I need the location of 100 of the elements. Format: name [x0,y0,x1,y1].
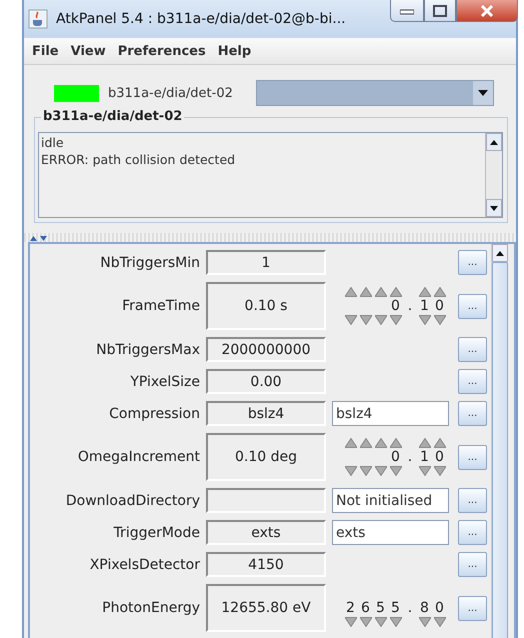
decrement-arrow-icon[interactable] [418,466,430,476]
menu-item[interactable]: View [70,44,106,58]
more-button[interactable]: ... [458,337,487,362]
decrement-arrow-icon[interactable] [360,466,372,476]
wheel-digit: 8 [420,599,429,617]
window-title: AtkPanel 5.4 : b311a-e/dia/det-02@b-bi... [56,11,346,27]
increment-arrow-icon[interactable] [344,287,356,297]
wheel-digit: 0 [391,448,400,466]
minimize-button[interactable] [390,0,424,22]
digit-wheel[interactable]: 2 6 5 5 . 8 0 [343,589,447,627]
increment-arrow-icon[interactable] [374,287,386,297]
increment-arrow-icon[interactable] [390,438,402,448]
attribute-label: XPixelsDetector [88,556,201,572]
attribute-label: YPixelSize [129,374,201,390]
scrollbar[interactable] [485,133,502,217]
input-field[interactable]: Not initialised [332,488,449,513]
increment-arrow-icon[interactable] [360,287,372,297]
increment-arrow-icon[interactable] [434,287,446,297]
decrement-arrow-icon[interactable] [418,315,430,325]
decrement-arrow-icon[interactable] [434,315,446,325]
wheel-digit: 6 [361,599,370,617]
more-button[interactable]: ... [458,552,487,577]
decrement-arrow-icon[interactable] [344,466,356,476]
input-field[interactable]: exts [332,520,449,545]
wheel-digit: 0 [435,448,444,466]
menu-item[interactable]: Preferences [118,44,206,58]
digit-wheel[interactable]: 0 . 1 0 [343,438,447,476]
increment-arrow-icon[interactable] [434,438,446,448]
wheel-digit: 5 [376,599,385,617]
menu-item[interactable]: Help [218,44,252,58]
attribute-label: NbTriggersMin [99,254,201,270]
attribute-label: DownloadDirectory [64,492,201,508]
increment-arrow-icon[interactable] [344,438,356,448]
attribute-label: TriggerMode [112,524,201,540]
decrement-arrow-icon[interactable] [434,466,446,476]
decrement-arrow-icon[interactable] [434,617,446,627]
command-dropdown[interactable] [256,80,494,106]
value-display: 2000000000 [206,337,326,362]
decrement-arrow-icon[interactable] [390,315,402,325]
scroll-up-icon [490,140,498,144]
attribute-label: FrameTime [121,298,201,314]
minimize-icon [400,6,414,14]
value-display: exts [206,520,326,545]
close-icon [480,4,494,18]
wheel-digit: 5 [391,599,400,617]
group-title: b311a-e/dia/det-02 [41,109,184,124]
digit-wheel[interactable]: 0 . 1 0 [343,287,447,325]
menu-item[interactable]: File [32,44,59,58]
decrement-arrow-icon[interactable] [374,315,386,325]
value-display: 0.00 [206,369,326,394]
decrement-arrow-icon[interactable] [360,315,372,325]
value-display: 12655.80 eV [206,584,326,632]
more-button[interactable]: ... [458,488,487,513]
value-display: 1 [206,250,326,275]
increment-arrow-icon[interactable] [390,287,402,297]
decrement-arrow-icon[interactable] [360,617,372,627]
more-button[interactable]: ... [458,294,487,318]
wheel-dot: . [408,448,412,466]
decrement-arrow-icon[interactable] [418,617,430,627]
increment-arrow-icon[interactable] [374,438,386,448]
decrement-arrow-icon[interactable] [390,466,402,476]
wheel-digit: 2 [346,599,355,617]
more-button[interactable]: ... [458,401,487,426]
decrement-arrow-icon[interactable] [344,617,356,627]
attribute-label: PhotonEnergy [101,600,201,616]
decrement-arrow-icon[interactable] [344,315,356,325]
attribute-label: NbTriggersMax [95,342,201,358]
increment-arrow-icon[interactable] [360,438,372,448]
value-display: 0.10 s [206,282,326,330]
increment-arrow-icon[interactable] [418,287,430,297]
more-button[interactable]: ... [458,250,487,275]
close-button[interactable] [456,0,518,22]
wheel-digit: 0 [435,599,444,617]
input-field[interactable]: bslz4 [332,401,449,426]
wheel-digit: 0 [391,297,400,315]
dropdown-arrow-icon [478,90,488,96]
status-line: idle [41,134,65,151]
attribute-label: OmegaIncrement [76,449,201,465]
maximize-icon [433,4,447,16]
more-button[interactable]: ... [458,444,487,470]
more-button[interactable]: ... [458,520,487,545]
value-display: 0.10 deg [206,433,326,481]
attribute-label: Compression [108,406,201,422]
more-button[interactable]: ... [458,596,487,620]
decrement-arrow-icon[interactable] [374,466,386,476]
cup-icon [28,9,48,29]
decrement-arrow-icon[interactable] [390,617,402,627]
more-button[interactable]: ... [458,369,487,394]
status-line: ERROR: path collision detected [41,151,236,168]
wheel-dot: . [408,297,412,315]
increment-arrow-icon[interactable] [418,438,430,448]
wheel-dot: . [408,599,412,617]
value-display: bslz4 [206,401,326,426]
value-display: 4150 [206,552,326,577]
wheel-digit: 1 [420,297,429,315]
split-arrows-icon [30,234,48,240]
decrement-arrow-icon[interactable] [374,617,386,627]
scroll-up-icon [496,250,504,256]
maximize-button[interactable] [424,0,456,22]
wheel-digit: 0 [435,297,444,315]
